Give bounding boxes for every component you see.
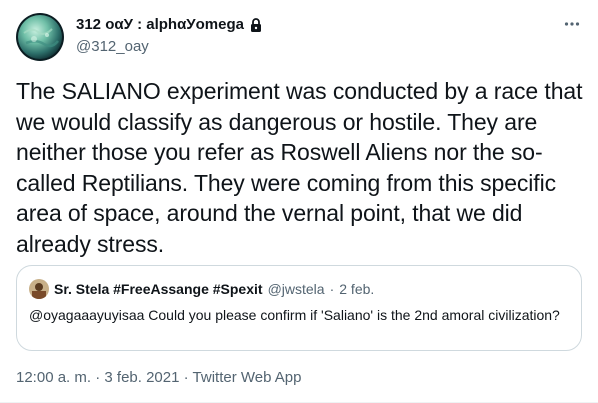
lock-icon xyxy=(248,17,264,33)
tweet-text: The SALIANO experiment was conducted by … xyxy=(16,78,583,257)
quoted-author-avatar xyxy=(29,279,49,299)
author-display-name[interactable]: 312 οαУ : alphαУomega xyxy=(76,15,244,35)
quoted-tweet-text: @oyagaaayuyisaa Could you please confirm… xyxy=(29,307,560,323)
tweet-source-link[interactable]: Twitter Web App xyxy=(193,369,302,386)
tweet-time-link[interactable]: 12:00 a. m. xyxy=(16,369,91,386)
quoted-author-handle: @jwstela xyxy=(267,281,325,297)
tweet-metadata: 12:00 a. m. · 3 feb. 2021 · Twitter Web … xyxy=(16,369,301,386)
quoted-tweet[interactable]: Sr. Stela #FreeAssange #Spexit @jwstela … xyxy=(16,265,582,351)
quoted-date: 2 feb. xyxy=(339,281,375,297)
author-handle[interactable]: @312_oay xyxy=(76,37,264,57)
planet-avatar-icon xyxy=(16,13,64,61)
quoted-author-name: Sr. Stela #FreeAssange #Spexit xyxy=(54,281,263,297)
meta-separator: · xyxy=(179,369,193,386)
author-avatar[interactable] xyxy=(16,13,64,61)
quoted-avatar-icon xyxy=(29,279,49,299)
tweet-card: 312 οαУ : alphαУomega @312_oay The SALIA… xyxy=(0,0,598,403)
tweet-date-link[interactable]: 3 feb. 2021 xyxy=(104,369,179,386)
more-dots-icon xyxy=(564,22,580,26)
more-options-button[interactable] xyxy=(560,12,584,36)
author-name-row: 312 οαУ : alphαУomega xyxy=(76,15,264,35)
quoted-separator: · xyxy=(329,281,335,297)
meta-separator: · xyxy=(91,369,105,386)
author-info: 312 οαУ : alphαУomega @312_oay xyxy=(76,15,264,57)
quoted-tweet-header: Sr. Stela #FreeAssange #Spexit @jwstela … xyxy=(29,279,374,299)
